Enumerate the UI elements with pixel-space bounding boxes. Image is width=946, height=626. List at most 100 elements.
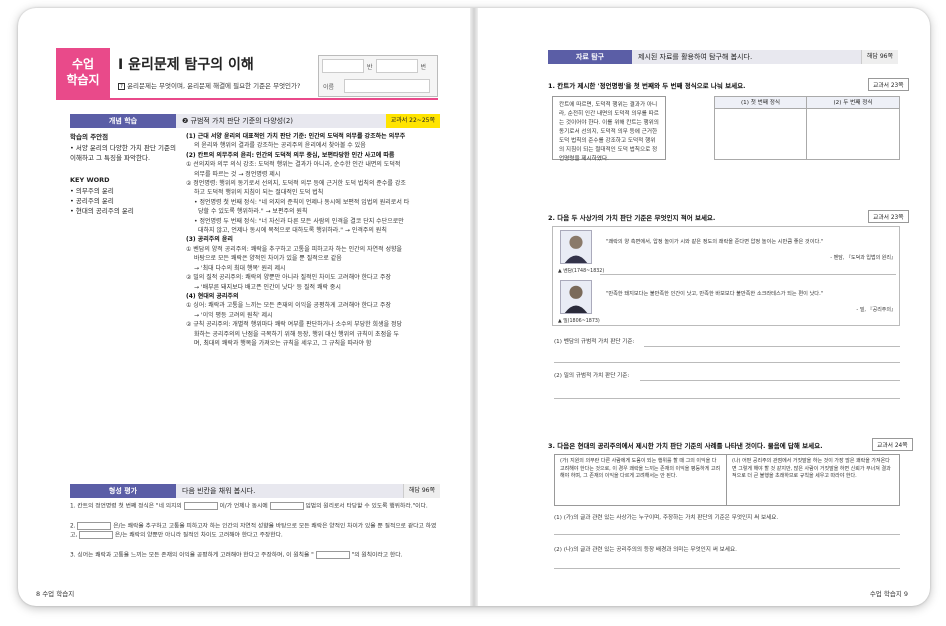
content-line: ① 선의지와 의무 의식 강조: 도덕적 행위는 결과가 아니라, 순수한 인간… [186,161,401,169]
class-field[interactable] [322,59,364,73]
keyword-item: 현대의 공리주의 윤리 [70,206,180,216]
concept-bar: 개념 학습 ❷ 규범적 가치 판단 기준의 다양성(2) 교과서 22~25쪽 [70,114,440,128]
name-row: 이름 [319,76,437,96]
content-line: (4) 현대의 공리주의 [186,292,239,300]
data-explore-answer-tag: 해답 96쪽 [860,50,898,64]
answer-blank[interactable] [183,502,218,510]
content-line: ② 정언명령: 행위의 동기로서 선의지, 도덕적 의무 등에 근거한 도덕 법… [186,180,406,188]
item-text: 싱어는 쾌락과 고통을 느끼는 모든 존재의 이익을 공평하게 고려해야 한다고… [77,552,314,558]
answer-blank[interactable] [269,502,304,510]
q1-col2: (2) 두 번째 정식 [807,97,899,109]
content-line: → '최대 다수의 최대 행복' 원리 제시 [194,264,286,272]
item-text: "의 원칙이라고 한다. [351,552,403,558]
answer-blank[interactable] [315,550,350,559]
content-line: → '배부른 돼지보다 배고픈 인간이 낫다' 등 질적 쾌락 중시 [194,283,341,291]
q1-answer-cell[interactable] [715,109,807,159]
left-footer: 8 수업 학습지 [36,590,75,598]
q3-passage-box: (가) 지원의 의무란 다른 사람에게 도움이 되는 행위를 할 때 그의 이익… [554,454,900,506]
eval-answer-tag: 해답 96쪽 [402,484,440,498]
sidebar: 학습의 주안점 • 서양 윤리의 다양한 가치 판단 기준의 이해하고 그 특징… [70,132,180,216]
bentham-quote: "쾌락의 양 측면에서, 압정 놀이가 시와 같은 정도의 쾌락을 준다면 압정… [606,239,824,245]
keyword-heading: KEY WORD [70,176,110,184]
q3-answer-prompt-1: (1) (가)의 글과 관련 있는 사상가는 누구이며, 주장하는 가치 판단의… [554,515,779,521]
content-line: → '이익 평등 고려의 원칙' 제시 [194,311,273,319]
unit-badge: 수업 학습지 [56,48,110,98]
student-name-box: 반 번 이름 [318,55,438,97]
badge-line1: 수업 [71,57,95,71]
q1-table-head: (1) 첫 번째 정식 (2) 두 번째 정식 [715,97,899,109]
item-text: 이/가 언제나 동시에 [219,503,268,510]
keyword-item: 공리주의 윤리 [70,196,180,206]
eval-item: 1. 칸트의 정언명령 첫 번째 정식은 "네 의지의 이/가 언제나 동시에 … [70,502,440,512]
q3-passage-b: (나) 어떤 공리주의 관점에서 거짓말을 하는 것이 가장 많은 쾌락을 가져… [732,458,891,480]
item-text: 칸트의 정언명령 첫 번째 정식은 "네 의지의 [77,503,182,510]
number-field[interactable] [375,59,418,73]
answer-line[interactable] [554,362,900,363]
name-field[interactable] [344,79,430,93]
eval-item: 3. 싱어는 쾌락과 고통을 느끼는 모든 존재의 이익을 공평하게 고려해야 … [70,550,440,561]
number-label: 번 [420,63,427,71]
q3-ref: 교과서 24쪽 [872,438,913,451]
class-label: 반 [367,63,373,71]
answer-line[interactable] [554,568,900,569]
eval-items: 1. 칸트의 정언명령 첫 번째 정식은 "네 의지의 이/가 언제나 동시에 … [70,502,440,570]
q3-passage-a: (가) 지원의 의무란 다른 사람에게 도움이 되는 행위를 할 때 그의 이익… [555,455,727,505]
eval-bar: 형성 평가 다음 빈칸을 채워 봅시다. 해답 96쪽 [70,484,440,498]
answer-blank[interactable] [77,521,112,530]
concept-label: 개념 학습 [70,114,176,128]
content-line: ① 벤담의 양적 공리주의: 쾌락을 추구하고 고통을 피하고자 하는 인간의 … [186,245,403,253]
eval-label: 형성 평가 [70,484,176,498]
q1-col1: (1) 첫 번째 정식 [715,97,807,109]
question-1: 1. 칸트가 제시한 '정언명령'을 첫 번째와 두 번째 정식으로 나눠 보세… [548,82,746,90]
bentham-source: - 벤담, 『도덕과 입법의 원리』 [830,255,896,261]
content-line: 며, 최대의 쾌락과 행복을 가져오는 규칙을 세우고, 그 규칙을 따라야 함 [194,339,372,347]
bentham-caption: ▲ 벤담(1748~1832) [558,269,605,274]
content-line: • 정언명령 첫 번째 정식: "네 의지의 준칙이 언제나 동시에 보편적 입… [194,198,410,206]
content-line: (2) 칸트의 의무주의 윤리: 인간의 도덕적 의무 중심, 보편타당한 인간… [186,151,395,159]
content-line: 화하는 공리주의의 난점을 극복하기 위해 등장, 행위 대신 행위의 규칙이 … [194,330,400,338]
content-line: ① 싱어: 쾌락과 고통을 느끼는 모든 존재의 이익을 공평하게 고려해야 한… [186,302,392,310]
quote-divider [600,274,896,275]
answer-line[interactable] [640,380,900,381]
header-divider [56,98,438,100]
q1-passage: 칸트에 따르면, 도덕적 행위는 결과가 아니라, 순전히 인간 내면의 도덕적… [552,96,666,162]
answer-line[interactable] [554,398,900,399]
q1-ref: 교과서 23쪽 [868,78,909,91]
content-line: 바탕으로 모든 쾌락은 양적인 차이가 있을 뿐 질적으로 같음 [194,255,342,263]
content-line: (3) 공리주의 윤리 [186,236,233,244]
q1-answer-cell[interactable] [807,109,899,159]
mill-source: - 밀, 『공리주의』 [856,307,896,313]
concept-content: (1) 근대 서양 윤리의 대표적인 가치 판단 기준: 인간의 도덕적 의무를… [186,132,440,348]
q3-answer-prompt-2: (2) (나)의 글과 관련 있는 공리주의의 등장 배경과 의미는 무엇인지 … [554,547,737,553]
item-text: 은/는 쾌락의 양뿐만 아니라 질적인 차이도 고려해야 한다고 주장한다. [114,532,283,539]
answer-blank[interactable] [79,531,114,539]
q2-ref: 교과서 23쪽 [868,210,909,223]
q1-answer-table: (1) 첫 번째 정식 (2) 두 번째 정식 [714,96,900,160]
content-line: 의무를 따르는 것 → 정언명령 제시 [194,170,281,178]
goal-heading: 학습의 주안점 [70,133,109,141]
goal-text: • 서양 윤리의 다양한 가치 판단 기준의 이해하고 그 특징을 파악한다. [70,144,176,162]
content-line: 당할 수 있도록 행위하라." → 보편주의 원칙 [198,208,308,216]
answer-line[interactable] [644,346,900,347]
question-3: 3. 다음은 현대의 공리주의에서 제시한 가치 판단 기준의 사례를 나타낸 … [548,442,823,450]
content-line: ② 규칙 공리주의: 개별적 행위마다 쾌락 여부를 판단하거나 소수의 부당한… [186,321,403,329]
keyword-item: 의무주의 윤리 [70,186,180,196]
item-number: 3. [70,552,76,558]
content-line: 대하지 않고, 언제나 동시에 목적으로 대하도록 행위하라." → 인격주의 … [198,227,387,235]
unit-subtitle: ? 윤리문제는 무엇이며, 윤리문제 해결에 필요한 기준은 무엇인가? [118,80,300,90]
left-page: 수업 학습지 Ⅰ 윤리문제 탐구의 이해 ? 윤리문제는 무엇이며, 윤리문제 … [18,8,474,606]
content-line: 하고 도덕적 행위의 지침이 되는 절대적인 도덕 법칙 [194,189,324,197]
mill-caption: ▲ 밀(1806~1873) [558,319,600,324]
unit-title: Ⅰ 윤리문제 탐구의 이해 [118,57,254,73]
right-page: 자료 탐구 제시된 자료를 활용하여 탐구해 봅시다. 해답 96쪽 1. 칸트… [474,8,930,606]
item-number: 1. [70,503,76,510]
q2-answer-prompt-1: (1) 벤담의 규범적 가치 판단 기준: [554,339,635,345]
question-2: 2. 다음 두 사상가의 가치 판단 기준은 무엇인지 적어 보세요. [548,214,716,222]
data-explore-label: 자료 탐구 [548,50,632,64]
mill-portrait [560,280,592,314]
content-line: (1) 근대 서양 윤리의 대표적인 가치 판단 기준: 인간의 도덕적 의무를… [186,133,406,140]
data-explore-bar: 자료 탐구 제시된 자료를 활용하여 탐구해 봅시다. 해답 96쪽 [548,50,898,64]
unit-subtitle-text: 윤리문제는 무엇이며, 윤리문제 해결에 필요한 기준은 무엇인가? [127,82,301,90]
class-row: 반 번 [319,56,437,76]
answer-line[interactable] [554,534,900,535]
